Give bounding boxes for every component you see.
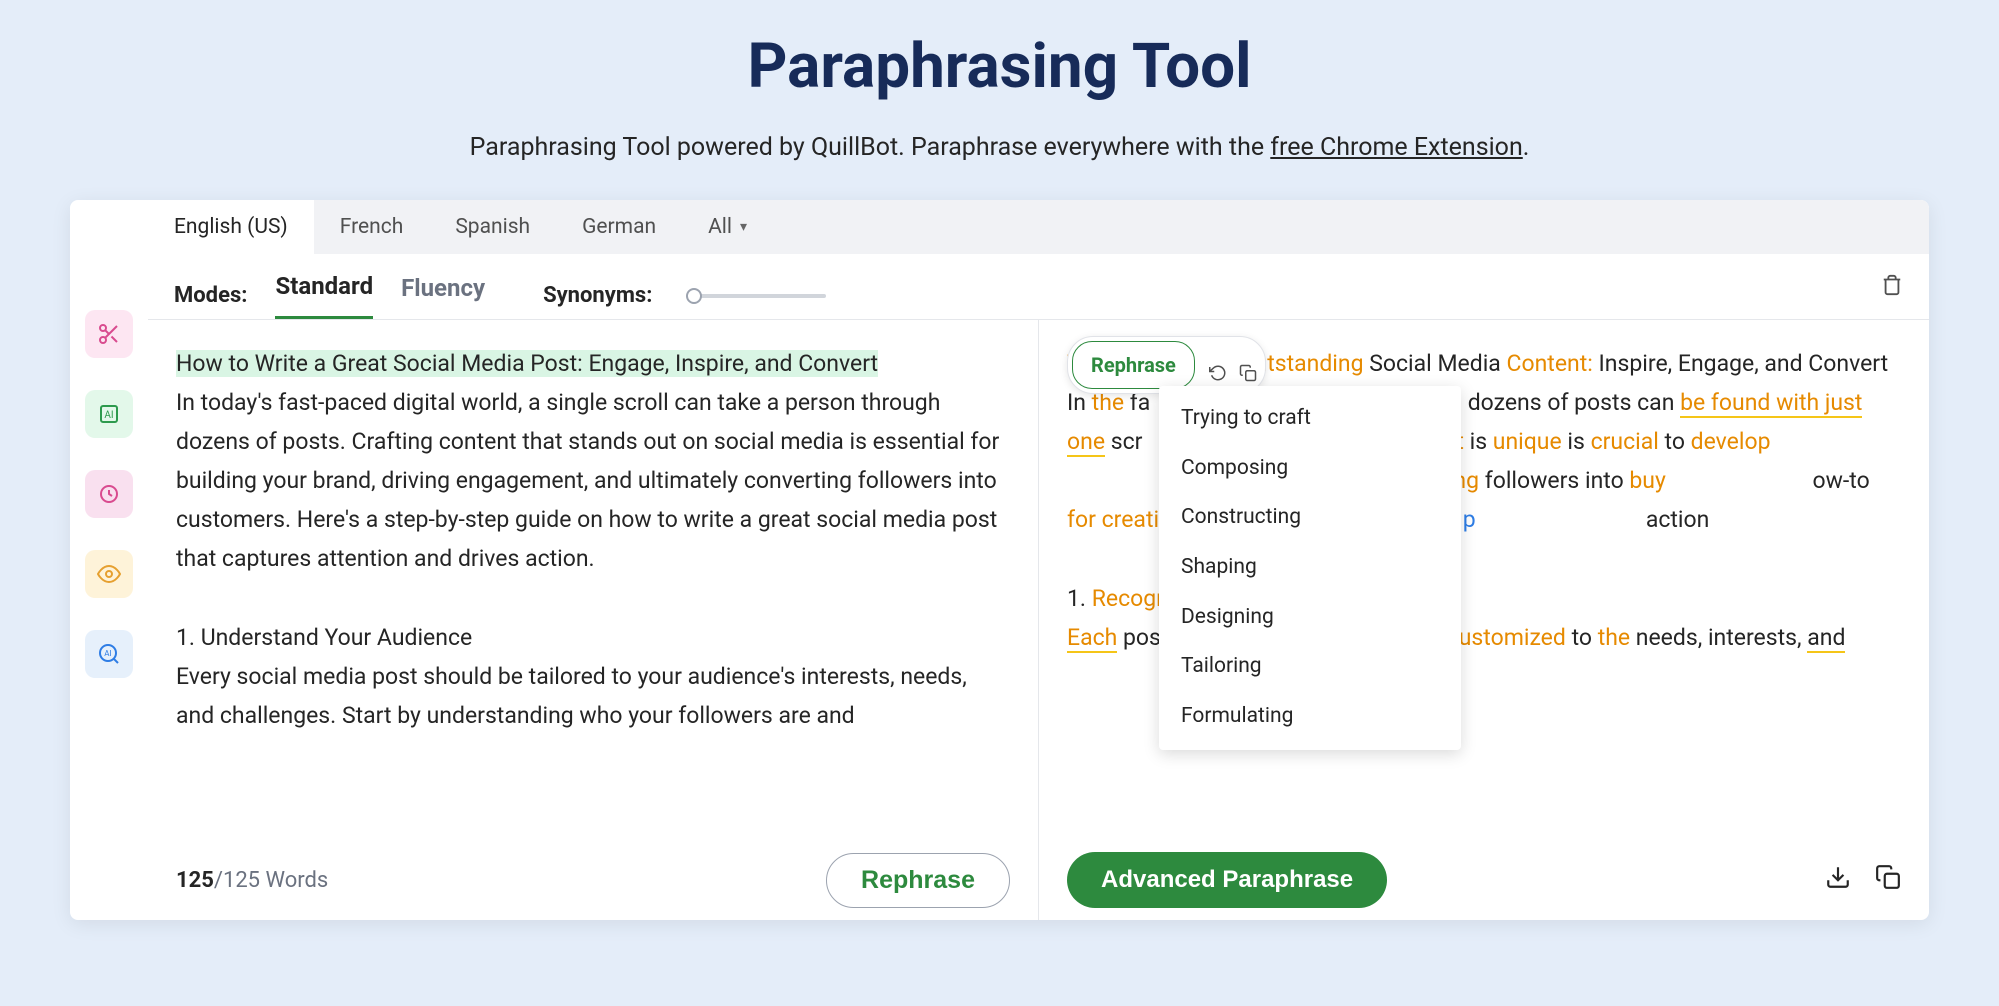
app-container: AI AI English (US) French Spanish German…	[70, 200, 1929, 920]
lang-tab-english[interactable]: English (US)	[148, 200, 314, 254]
lang-tab-all[interactable]: All ▾	[682, 200, 773, 254]
w: 1.	[1067, 585, 1092, 612]
w: needs, interests,	[1630, 624, 1807, 651]
w: scr	[1105, 428, 1142, 455]
input-pane[interactable]: How to Write a Great Social Media Post: …	[148, 320, 1039, 840]
mode-standard[interactable]: Standard	[275, 272, 373, 319]
download-icon[interactable]	[1825, 864, 1851, 897]
page-subtitle: Paraphrasing Tool powered by QuillBot. P…	[0, 133, 1999, 162]
synonyms-slider[interactable]	[686, 294, 826, 298]
w: develop	[1691, 428, 1771, 455]
chrome-extension-link[interactable]: free Chrome Extension	[1270, 133, 1522, 162]
subtitle-text: Paraphrasing Tool powered by QuillBot. P…	[470, 133, 1271, 162]
dd-item[interactable]: Composing	[1159, 444, 1461, 494]
word-count: 125/125 Words	[176, 868, 328, 893]
tool-eye-icon[interactable]	[85, 550, 133, 598]
w: Inspire, Engage, and Convert	[1593, 350, 1888, 377]
w: the	[1598, 624, 1630, 651]
w: y, dozens of posts can	[1448, 389, 1680, 416]
w: is	[1464, 428, 1493, 455]
lang-tab-spanish[interactable]: Spanish	[429, 200, 556, 254]
rephrase-pill[interactable]: Rephrase	[1072, 341, 1195, 389]
w: is	[1562, 428, 1591, 455]
w: followers into	[1479, 467, 1629, 494]
slider-thumb[interactable]	[686, 288, 702, 304]
w: Content:	[1507, 350, 1593, 377]
footer-right: Advanced Paraphrase	[1039, 840, 1929, 920]
sidebar: AI AI	[70, 200, 148, 920]
w: unique	[1493, 428, 1562, 455]
editor-panes: How to Write a Great Social Media Post: …	[148, 320, 1929, 840]
copy-output-icon[interactable]	[1875, 864, 1901, 897]
w: crucial	[1591, 428, 1659, 455]
w: customized	[1447, 624, 1566, 651]
chevron-down-icon: ▾	[740, 219, 747, 235]
dd-item[interactable]: Constructing	[1159, 493, 1461, 543]
trash-icon[interactable]	[1881, 274, 1903, 318]
dd-item[interactable]: Formulating	[1159, 692, 1461, 742]
page-title: Paraphrasing Tool	[0, 30, 1999, 103]
dd-item[interactable]: Trying to craft	[1159, 394, 1461, 444]
modes-bar: Modes: Standard Fluency Synonyms:	[148, 254, 1929, 320]
lang-tab-french[interactable]: French	[314, 200, 430, 254]
w: to	[1566, 624, 1598, 651]
dd-item[interactable]: Designing	[1159, 593, 1461, 643]
dd-item[interactable]: Shaping	[1159, 543, 1461, 593]
copy-icon[interactable]	[1235, 355, 1255, 375]
main-panel: English (US) French Spanish German All▾ …	[148, 200, 1929, 920]
input-p1: In today's fast-paced digital world, a s…	[176, 383, 1010, 578]
synonym-dropdown: Trying to craft Composing Constructing S…	[1159, 386, 1461, 750]
mode-fluency[interactable]: Fluency	[401, 274, 485, 318]
subtitle-post: .	[1523, 133, 1530, 162]
lang-all-label: All	[708, 215, 732, 239]
synonyms-label: Synonyms:	[543, 283, 652, 308]
svg-text:AI: AI	[104, 410, 113, 421]
svg-text:AI: AI	[104, 649, 111, 658]
w: and	[1807, 624, 1845, 653]
output-pane[interactable]: Rephrase Trying to craft Composing Const…	[1039, 320, 1929, 840]
rephrase-button[interactable]: Rephrase	[826, 853, 1010, 908]
w: to	[1659, 428, 1691, 455]
language-tabs: English (US) French Spanish German All ▾	[148, 200, 1929, 254]
w: buy	[1629, 467, 1665, 494]
w: Each	[1067, 624, 1117, 653]
dd-item[interactable]: Tailoring	[1159, 642, 1461, 692]
tool-ai-icon[interactable]: AI	[85, 390, 133, 438]
tool-rewrite-icon[interactable]	[85, 470, 133, 518]
input-title: How to Write a Great Social Media Post: …	[176, 344, 1010, 383]
tool-search-icon[interactable]: AI	[85, 630, 133, 678]
w: Social Media	[1364, 350, 1507, 377]
w: action	[1640, 506, 1709, 533]
input-h1: 1. Understand Your Audience	[176, 618, 1010, 657]
count-total: /125 Words	[214, 868, 328, 893]
input-title-text: How to Write a Great Social Media Post: …	[176, 350, 878, 377]
input-p2: Every social media post should be tailor…	[176, 657, 1010, 735]
lang-tab-german[interactable]: German	[556, 200, 682, 254]
count-current: 125	[176, 868, 214, 893]
undo-icon[interactable]	[1205, 355, 1225, 375]
footer-left: 125/125 Words Rephrase	[148, 840, 1039, 920]
advanced-paraphrase-button[interactable]: Advanced Paraphrase	[1067, 852, 1387, 908]
tool-scissors-icon[interactable]	[85, 310, 133, 358]
modes-label: Modes:	[174, 283, 247, 308]
w: ow-to	[1813, 467, 1870, 494]
footer-row: 125/125 Words Rephrase Advanced Paraphra…	[148, 840, 1929, 920]
